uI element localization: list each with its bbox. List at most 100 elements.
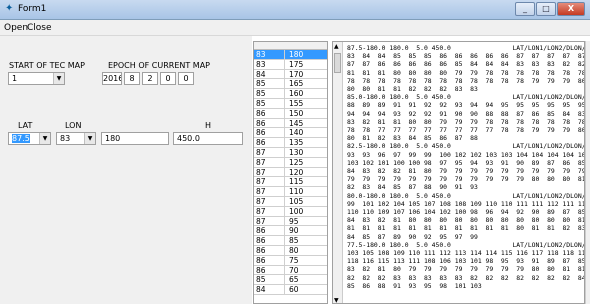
grid-cell-lon: 115 — [289, 177, 304, 187]
grid-row[interactable]: 87 120 — [254, 167, 327, 178]
output-line: 82 83 84 85 87 88 90 91 93 — [347, 183, 478, 192]
grid-cell-divider: 75 — [284, 255, 299, 265]
grid-cell-lon: 145 — [289, 118, 304, 128]
grid-cell-lon: 105 — [289, 196, 304, 206]
output-line: 103 105 108 109 110 111 112 113 114 114 … — [347, 249, 585, 258]
epoch-minute-field[interactable]: 0 — [178, 72, 194, 85]
grid-row[interactable]: 87 130 — [254, 147, 327, 158]
grid-cell-lat: 83 — [256, 50, 266, 59]
grid-cell-lat: 86 — [256, 118, 266, 128]
lon-select[interactable]: 83 ▼ — [56, 132, 96, 145]
grid-cell-lat: 85 — [256, 275, 266, 285]
grid-cell-lat: 86 — [256, 128, 266, 138]
output-line: 81 81 81 80 80 80 80 79 79 78 78 78 78 7… — [347, 68, 585, 77]
grid-cell-divider: 60 — [284, 285, 299, 295]
chevron-down-icon: ▼ — [39, 133, 50, 144]
grid-row[interactable]: 86 85 — [254, 236, 327, 246]
start-of-tec-map-label: START OF TEC MAP — [9, 61, 85, 70]
grid-cell-divider: 70 — [284, 265, 299, 275]
epoch-day-field[interactable]: 2 — [142, 72, 158, 85]
grid-row[interactable]: 86 150 — [254, 108, 327, 119]
grid-header — [254, 42, 327, 50]
grid-cell-lat: 87 — [256, 206, 266, 216]
grid-row[interactable]: 85 155 — [254, 98, 327, 109]
maximize-button[interactable]: □ — [536, 2, 556, 16]
grid-row[interactable]: 86 80 — [254, 245, 327, 256]
output-text-content: 87.5-180.0 180.0 5.0 450.0 LAT/LON1/LON2… — [347, 44, 585, 290]
scroll-up-icon[interactable]: ▲ — [334, 43, 339, 50]
grid-cell-divider: 130 — [284, 147, 303, 157]
grid-cell-lat: 86 — [256, 265, 266, 275]
grid-cell-lat: 87 — [256, 167, 266, 177]
grid-cell-lon: 90 — [289, 226, 299, 236]
grid-cell-divider: 160 — [284, 89, 303, 99]
output-line: 78 78 77 77 77 77 77 77 77 77 78 78 79 7… — [347, 126, 585, 135]
menu-close[interactable]: Close — [27, 23, 52, 33]
lon-label: LON — [65, 121, 82, 130]
grid-row[interactable]: 86 140 — [254, 128, 327, 139]
grid-cell-lat: 86 — [256, 226, 266, 236]
grid-cell-divider: 170 — [284, 69, 303, 79]
grid-row[interactable]: 86 70 — [254, 265, 327, 276]
lat-select[interactable]: 87.5 ▼ — [8, 132, 51, 145]
grid-cell-divider: 115 — [284, 177, 303, 187]
vertical-scrollbar[interactable]: ▲ ▼ — [333, 42, 343, 303]
menu-bar: Open Close — [0, 20, 590, 36]
grid-cell-lon: 155 — [289, 98, 304, 108]
grid-cell-divider: 125 — [284, 157, 303, 167]
output-line: 80.0-180.0 180.0 5.0 450.0 LAT/LON1/LON2… — [347, 191, 585, 200]
grid-row[interactable]: 86 135 — [254, 138, 327, 148]
epoch-year-field[interactable]: 2016 — [102, 72, 122, 85]
grid-cell-divider: 135 — [284, 138, 303, 148]
grid-row[interactable]: 84 60 — [254, 285, 327, 295]
grid-row[interactable]: 87 115 — [254, 177, 327, 188]
grid-cell-lon: 125 — [289, 157, 304, 167]
grid-row[interactable]: 87 105 — [254, 196, 327, 207]
epoch-label: EPOCH OF CURRENT MAP — [108, 61, 210, 70]
tec-output-text[interactable]: ▲ ▼ 87.5-180.0 180.0 5.0 450.0 LAT/LON1/… — [332, 41, 585, 304]
grid-row[interactable]: 85 65 — [254, 275, 327, 286]
grid-row[interactable]: 83 175 — [254, 59, 327, 70]
scroll-down-icon[interactable]: ▼ — [334, 297, 339, 303]
grid-row[interactable]: 83 180 — [254, 50, 327, 60]
grid-cell-divider: 110 — [284, 187, 303, 197]
minimize-button[interactable]: _ — [515, 2, 535, 16]
grid-row[interactable]: 87 110 — [254, 187, 327, 197]
height-field[interactable]: 450.0 — [173, 132, 243, 145]
grid-cell-divider: 155 — [284, 98, 303, 108]
grid-cell-lon: 120 — [289, 167, 304, 177]
grid-cell-lat: 87 — [256, 177, 266, 187]
grid-row[interactable]: 87 100 — [254, 206, 327, 217]
scroll-thumb[interactable] — [334, 53, 341, 73]
grid-row[interactable]: 84 170 — [254, 69, 327, 80]
grid-row[interactable]: 85 165 — [254, 79, 327, 90]
grid-cell-lon: 130 — [289, 147, 304, 157]
grid-cell-divider: 180 — [284, 50, 303, 59]
output-line: 83 82 81 81 80 80 79 79 79 78 78 78 78 7… — [347, 117, 585, 126]
lon2-field[interactable]: 180 — [101, 132, 169, 145]
grid-cell-divider: 120 — [284, 167, 303, 177]
grid-cell-lat: 86 — [256, 108, 266, 118]
output-line: 84 85 87 89 90 92 95 97 99 — [347, 232, 478, 241]
grid-row[interactable]: 86 145 — [254, 118, 327, 129]
menu-open[interactable]: Open — [4, 23, 28, 33]
output-line: 99 101 102 104 105 107 108 108 109 110 1… — [347, 199, 585, 208]
start-select[interactable]: 1 ▼ — [8, 72, 65, 85]
epoch-month-field[interactable]: 8 — [124, 72, 140, 85]
grid-row[interactable]: 85 160 — [254, 89, 327, 99]
lat-lon-grid[interactable]: 83 180 83 175 84 170 85 165 85 160 85 155 86 150 86 145… — [253, 41, 328, 304]
grid-row[interactable]: 86 90 — [254, 226, 327, 237]
grid-cell-lat: 86 — [256, 138, 266, 148]
grid-cell-divider: 90 — [284, 226, 299, 236]
grid-row[interactable]: 86 75 — [254, 255, 327, 266]
right-scrollbar[interactable] — [585, 41, 590, 304]
grid-cell-lon: 180 — [289, 50, 304, 59]
output-line: 103 102 101 100 100 98 97 95 94 93 91 90… — [347, 158, 585, 167]
epoch-hour-field[interactable]: 0 — [160, 72, 176, 85]
grid-row[interactable]: 87 95 — [254, 216, 327, 227]
grid-cell-lat: 85 — [256, 89, 266, 99]
lat-label: LAT — [18, 121, 33, 130]
output-line: 80 80 81 81 82 82 82 83 83 — [347, 85, 478, 94]
close-window-button[interactable]: X — [557, 2, 585, 16]
grid-row[interactable]: 87 125 — [254, 157, 327, 168]
